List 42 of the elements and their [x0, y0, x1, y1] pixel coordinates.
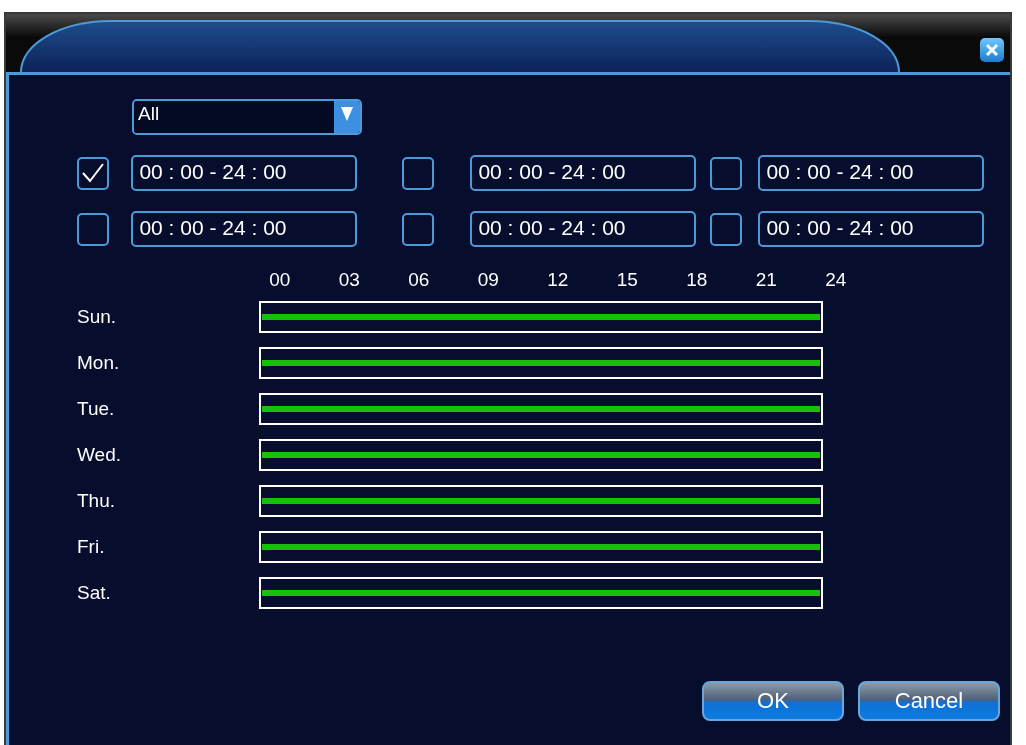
hour-label: 06 [407, 269, 431, 292]
time-range-field[interactable]: 00 : 00 - 24 : 00 [470, 211, 696, 247]
time-range-field[interactable]: 00 : 00 - 24 : 00 [470, 155, 696, 191]
schedule-bar[interactable] [259, 531, 823, 563]
time-range-field[interactable]: 00 : 00 - 24 : 00 [758, 211, 984, 247]
close-button[interactable] [980, 38, 1004, 62]
day-label: Fri. [77, 536, 106, 558]
checkbox[interactable] [77, 212, 110, 246]
cancel-button[interactable]: Cancel [858, 681, 1000, 721]
hour-label: 18 [685, 269, 709, 292]
schedule-bar[interactable] [259, 301, 823, 333]
checkmark-icon [81, 162, 106, 184]
caret-icon [341, 107, 353, 121]
day-label: Tue. [77, 398, 116, 420]
hour-label: 03 [337, 269, 361, 292]
schedule-bar[interactable] [259, 393, 823, 425]
hour-label: 24 [824, 269, 848, 292]
time-range-field[interactable]: 00 : 00 - 24 : 00 [131, 155, 357, 191]
schedule-bar[interactable] [259, 439, 823, 471]
checkbox[interactable] [402, 156, 435, 190]
hour-label: 09 [476, 269, 500, 292]
hour-label: 15 [615, 269, 639, 292]
checkbox[interactable] [710, 212, 743, 246]
day-label: Thu. [77, 490, 117, 512]
dropdown[interactable]: All [132, 99, 362, 135]
checkbox[interactable] [77, 156, 110, 190]
hour-label: 12 [546, 269, 570, 292]
schedule-bar[interactable] [259, 577, 823, 609]
time-range-field[interactable]: 00 : 00 - 24 : 00 [131, 211, 357, 247]
day-label: Mon. [77, 352, 121, 374]
time-range-field[interactable]: 00 : 00 - 24 : 00 [758, 155, 984, 191]
checkbox[interactable] [402, 212, 435, 246]
hour-label: 21 [754, 269, 778, 292]
close-icon [985, 43, 999, 57]
ok-button[interactable]: OK [702, 681, 844, 721]
hour-label: 00 [268, 269, 292, 292]
day-label: Sun. [77, 306, 118, 328]
schedule-bar[interactable] [259, 485, 823, 517]
day-label: Wed. [77, 444, 122, 466]
schedule-bar[interactable] [259, 347, 823, 379]
day-label: Sat. [77, 582, 112, 604]
checkbox[interactable] [710, 156, 743, 190]
